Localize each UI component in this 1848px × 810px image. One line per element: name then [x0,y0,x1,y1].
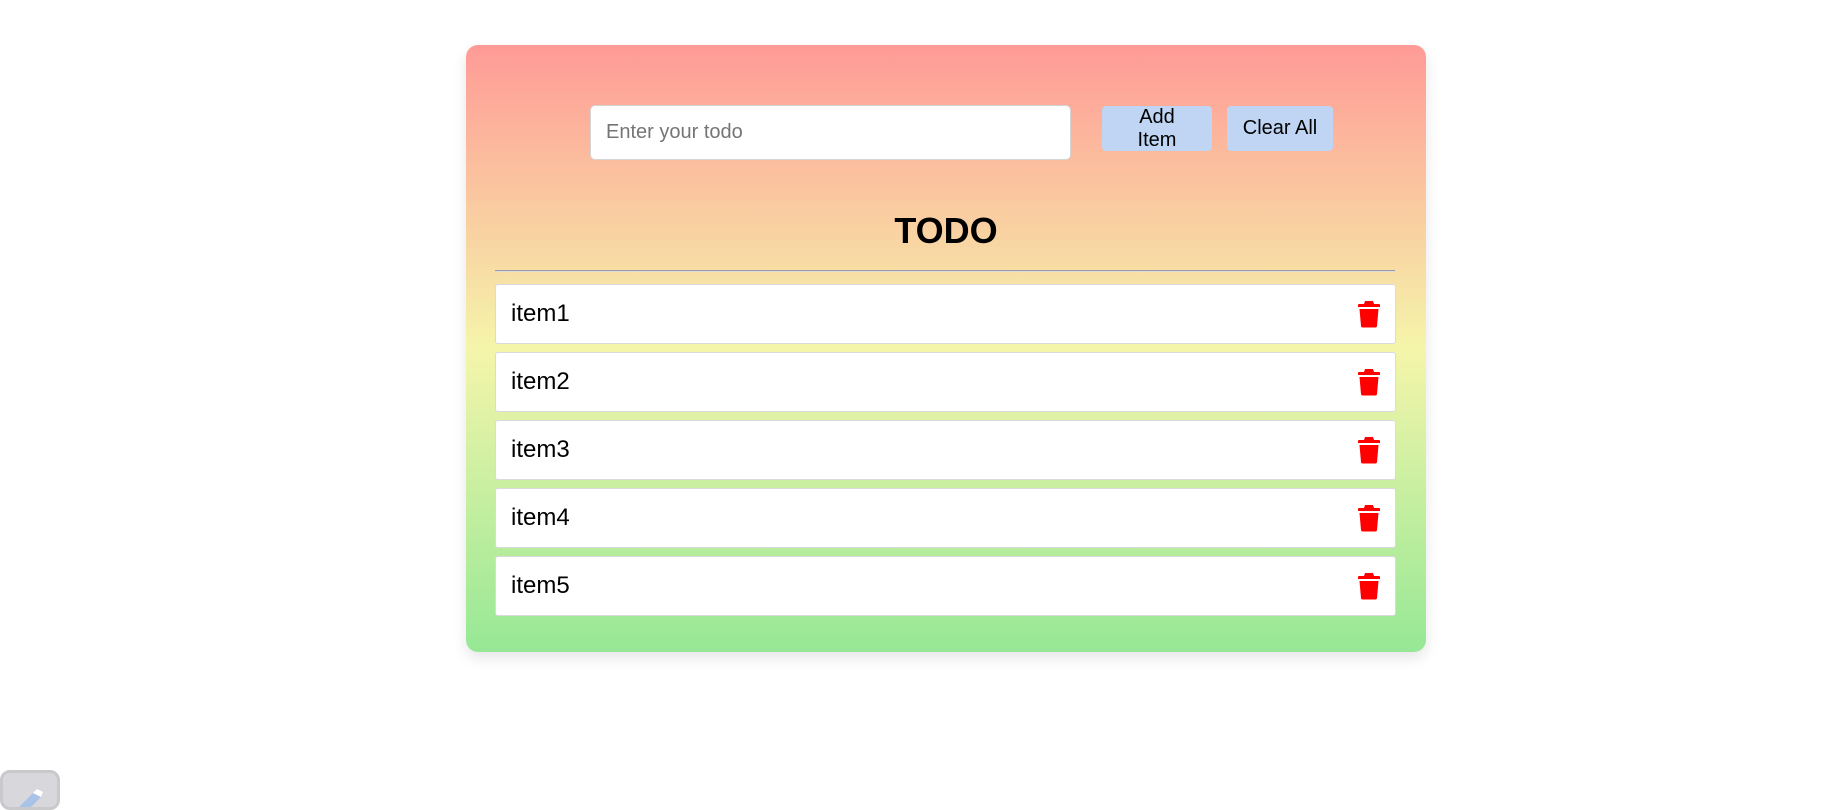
trash-icon[interactable] [1358,436,1380,464]
trash-icon[interactable] [1358,572,1380,600]
trash-icon[interactable] [1358,300,1380,328]
list-item-label: item2 [511,368,570,395]
trash-icon[interactable] [1358,368,1380,396]
pencil-icon [19,789,43,807]
trash-icon[interactable] [1358,504,1380,532]
list-item-label: item3 [511,436,570,463]
list-item: item4 [495,488,1396,548]
corner-widget[interactable] [0,770,60,810]
list-item: item1 [495,284,1396,344]
list-item: item5 [495,556,1396,616]
todo-heading: TODO [894,210,998,251]
list-item-label: item4 [511,504,570,531]
clear-all-button[interactable]: Clear All [1227,106,1333,151]
todo-input[interactable] [590,105,1071,160]
list-item: item2 [495,352,1396,412]
todo-input-row: Add Item Clear All [590,105,1333,160]
todo-card: Add Item Clear All TODO item1 item2 item… [466,45,1426,652]
heading-divider [495,270,1395,272]
list-item-label: item1 [511,300,570,327]
list-item-label: item5 [511,572,570,599]
add-item-button[interactable]: Add Item [1102,106,1212,151]
todo-list: item1 item2 item3 item4 item5 [495,284,1396,624]
list-item: item3 [495,420,1396,480]
